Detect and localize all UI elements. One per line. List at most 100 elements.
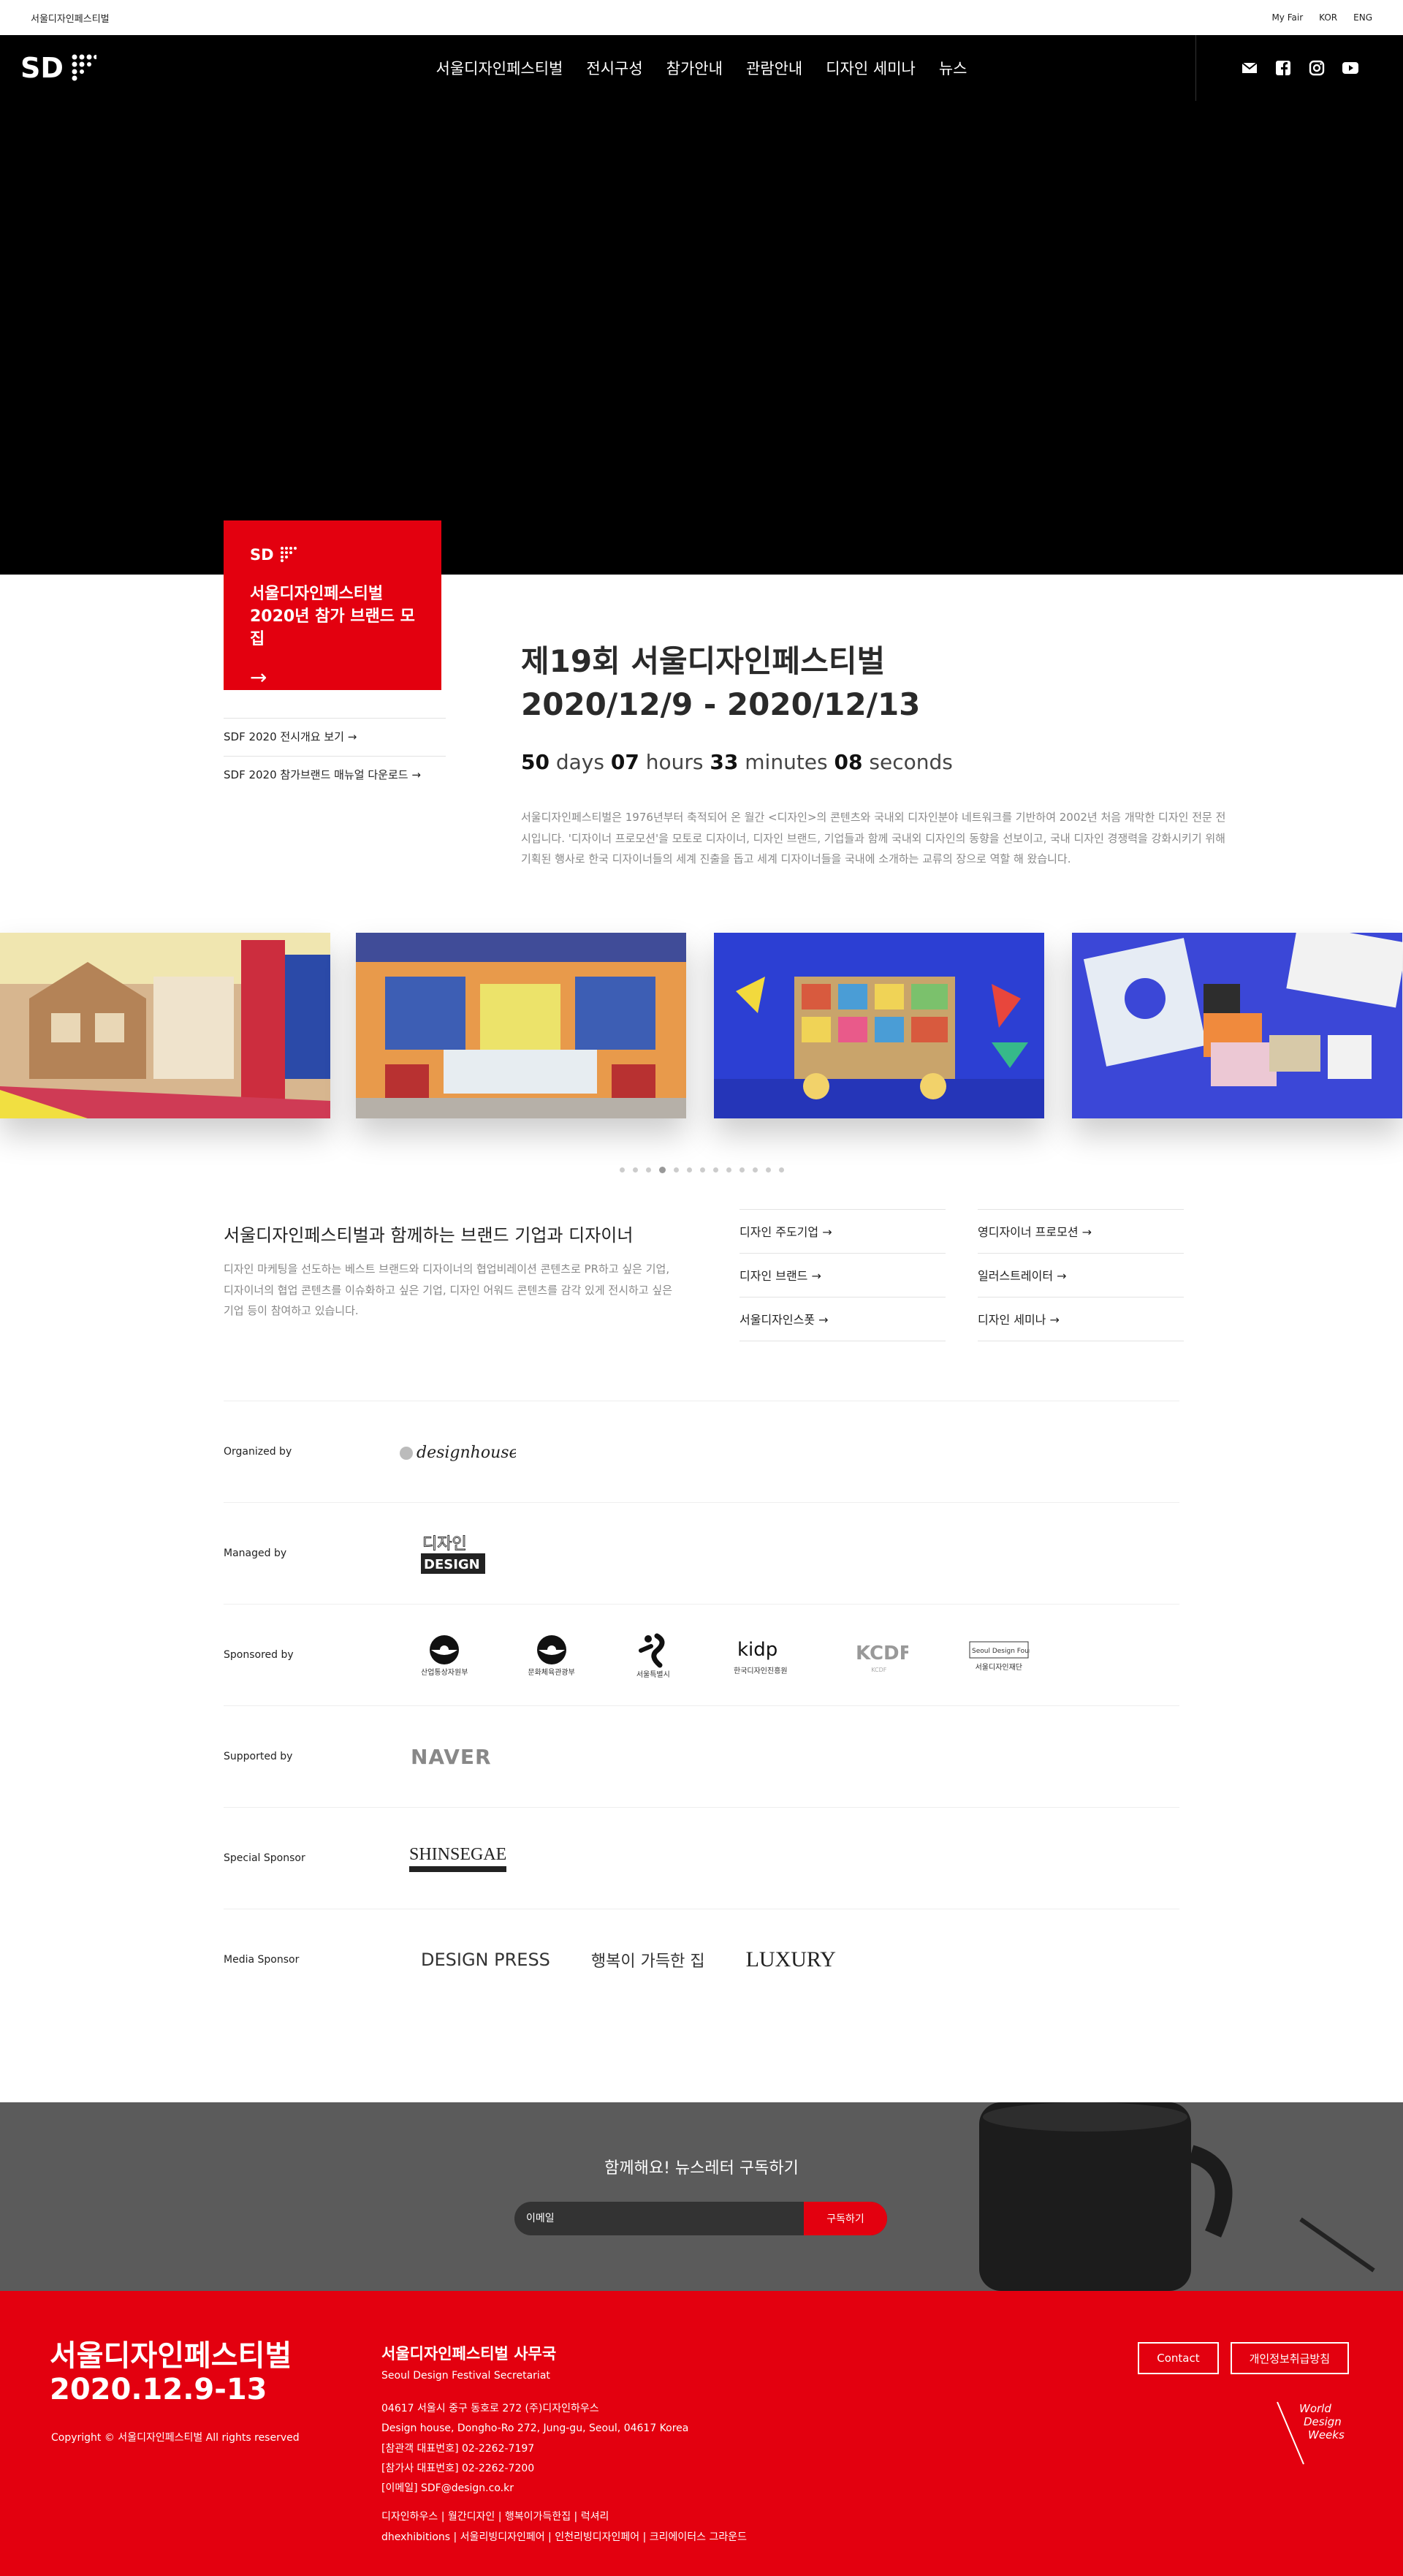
menu-visit[interactable]: 관람안내 <box>746 57 802 79</box>
main-menu: 서울디자인페스티벌 전시구성 참가안내 관람안내 디자인 세미나 뉴스 <box>436 57 967 79</box>
sponsor-row: Special Sponsor SHINSEGAE <box>224 1807 1179 1909</box>
brand-description: 디자인 마케팅을 선도하는 베스트 브랜드와 디자이너의 협업비레이션 콘텐츠로… <box>224 1262 672 1317</box>
design-leading-company-link[interactable]: 디자인 주도기업 → <box>739 1209 946 1253</box>
svg-text:Seoul Design Foundation: Seoul Design Foundation <box>972 1648 1030 1655</box>
email-input[interactable] <box>514 2202 804 2235</box>
kcdf-logo[interactable]: KCDF KCDF <box>850 1637 908 1673</box>
menu-seminar[interactable]: 디자인 세미나 <box>826 57 916 79</box>
illustrator-link[interactable]: 일러스트레이터 → <box>978 1253 1184 1297</box>
newsletter-form: 구독하기 <box>514 2202 887 2235</box>
exhibition-carousel[interactable] <box>0 933 1403 1118</box>
carousel-dot[interactable] <box>619 1167 625 1173</box>
footer-title: 서울디자인페스티벌 2020.12.9-13 <box>50 2339 292 2406</box>
copyright: Copyright © 서울디자인페스티벌 All rights reserve… <box>51 2432 300 2444</box>
brand-section: 서울디자인페스티벌과 함께하는 브랜드 기업과 디자이너 디자인 마케팅을 선도… <box>0 1209 1403 1401</box>
facebook-icon[interactable] <box>1274 59 1292 77</box>
mcst-logo[interactable]: 문화체육관광부 <box>528 1634 575 1677</box>
countdown-timer: 50 days 07 hours 33 minutes 08 seconds <box>521 750 953 774</box>
contact-button[interactable]: Contact <box>1138 2342 1219 2374</box>
menu-participation[interactable]: 참가안내 <box>666 57 723 79</box>
mail-icon[interactable] <box>1241 59 1258 77</box>
recruit-promo-card[interactable]: SD 서울디자인페스티벌 2020년 참가 브랜드 모집 → <box>224 520 441 690</box>
main-navigation: SD 서울디자인페스티벌 전시구성 참가안내 관람안내 디자인 세미나 뉴스 <box>0 35 1403 101</box>
exhibition-overview-link[interactable]: SDF 2020 전시개요 보기 → <box>224 718 446 756</box>
svg-text:kidp: kidp <box>737 1639 777 1661</box>
festival-description: 서울디자인페스티벌은 1976년부터 축적되어 온 월간 <디자인>의 콘텐츠와… <box>521 811 1226 865</box>
design-magazine-logo[interactable]: 디자인 DESIGN <box>421 1531 487 1575</box>
hero-video[interactable] <box>0 101 1403 575</box>
carousel-dot[interactable] <box>686 1167 692 1173</box>
motie-logo[interactable]: 산업통상자원부 <box>421 1634 468 1677</box>
carousel-dot[interactable] <box>699 1167 705 1173</box>
eng-link[interactable]: ENG <box>1353 12 1372 23</box>
carousel-dot[interactable] <box>645 1167 651 1173</box>
arrow-right-icon[interactable]: → <box>250 665 415 689</box>
carousel-dot[interactable] <box>726 1167 731 1173</box>
office-address: 04617 서울시 중구 동호로 272 (주)디자인하우스 Design ho… <box>381 2403 689 2495</box>
seoul-city-logo[interactable]: 서울특별시 <box>635 1632 672 1679</box>
sponsor-row-label: Media Sponsor <box>224 1954 300 1966</box>
carousel-dot[interactable] <box>752 1167 758 1173</box>
carousel-dot[interactable] <box>658 1166 666 1173</box>
footer-office-info: 서울디자인페스티벌 사무국 Seoul Design Festival Secr… <box>381 2342 834 2547</box>
footer-family-links[interactable]: 디자인하우스 | 월간디자인 | 행복이가득한집 | 럭셔리 dhexhibit… <box>381 2507 834 2547</box>
brand-heading: 서울디자인페스티벌과 함께하는 브랜드 기업과 디자이너 <box>224 1225 634 1246</box>
world-design-weeks-logo[interactable]: World Design Weeks <box>1270 2395 1350 2468</box>
menu-news[interactable]: 뉴스 <box>939 57 967 79</box>
sponsor-row: Sponsored by 산업통상자원부 문화체육관광부 서울특별시 kidp … <box>224 1604 1179 1705</box>
carousel-dot[interactable] <box>673 1167 679 1173</box>
office-title: 서울디자인페스티벌 사무국 <box>381 2345 557 2363</box>
footer: 서울디자인페스티벌 2020.12.9-13 Copyright © 서울디자인페… <box>0 2291 1403 2576</box>
instagram-icon[interactable] <box>1308 59 1326 77</box>
my-fair-link[interactable]: My Fair <box>1271 12 1303 23</box>
carousel-dot[interactable] <box>778 1167 784 1173</box>
privacy-policy-button[interactable]: 개인정보취급방침 <box>1230 2342 1349 2374</box>
svg-text:World: World <box>1299 2402 1331 2415</box>
mug-decoration <box>979 2102 1375 2291</box>
carousel-dot[interactable] <box>739 1167 745 1173</box>
menu-festival[interactable]: 서울디자인페스티벌 <box>436 57 563 79</box>
menu-exhibition[interactable]: 전시구성 <box>586 57 642 79</box>
design-seminar-link[interactable]: 디자인 세미나 → <box>978 1297 1184 1341</box>
design-brand-link[interactable]: 디자인 브랜드 → <box>739 1253 946 1297</box>
svg-text:Weeks: Weeks <box>1308 2428 1345 2441</box>
carousel-slide[interactable] <box>356 933 686 1118</box>
brand-manual-download-link[interactable]: SDF 2020 참가브랜드 매뉴얼 다운로드 → <box>224 756 446 794</box>
promo-title: 서울디자인페스티벌 2020년 참가 브랜드 모집 <box>250 585 415 648</box>
site-name: 서울디자인페스티벌 <box>31 13 110 25</box>
utility-links: My Fair KOR ENG <box>1271 12 1372 23</box>
newsletter-heading: 함께해요! 뉴스레터 구독하기 <box>604 2159 799 2178</box>
designhouse-logo[interactable]: designhouse <box>399 1437 516 1466</box>
carousel-slide[interactable] <box>1072 933 1402 1118</box>
happy-home-logo[interactable]: 행복이 가득한 집 <box>591 1948 705 1971</box>
kor-link[interactable]: KOR <box>1319 12 1337 23</box>
event-title: 제19회 서울디자인페스티벌 2020/12/9 - 2020/12/13 <box>521 643 921 722</box>
carousel-dot[interactable] <box>632 1167 638 1173</box>
sponsor-row-label: Sponsored by <box>224 1649 294 1661</box>
young-designer-promotion-link[interactable]: 영디자이너 프로모션 → <box>978 1209 1184 1253</box>
carousel-slide[interactable] <box>0 933 330 1118</box>
sponsor-row-label: Managed by <box>224 1548 287 1559</box>
kidp-logo[interactable]: kidp 한국디자인진흥원 <box>731 1635 790 1675</box>
utility-bar: 서울디자인페스티벌 My Fair KOR ENG <box>0 0 1403 35</box>
office-subtitle: Seoul Design Festival Secretariat <box>381 2370 550 2382</box>
sponsor-row: Managed by 디자인 DESIGN <box>224 1502 1179 1604</box>
carousel-dot[interactable] <box>765 1167 771 1173</box>
shinsegae-logo[interactable]: SHINSEGAE <box>409 1845 507 1872</box>
luxury-logo[interactable]: LUXURY <box>746 1947 836 1972</box>
youtube-icon[interactable] <box>1342 59 1359 77</box>
svg-text:DESIGN: DESIGN <box>424 1557 480 1572</box>
sdf-logo[interactable]: SD <box>20 51 98 84</box>
seoul-design-spot-link[interactable]: 서울디자인스폿 → <box>739 1297 946 1341</box>
svg-text:SD: SD <box>20 52 64 83</box>
seoul-design-foundation-logo[interactable]: Seoul Design Foundation 서울디자인재단 <box>968 1639 1030 1672</box>
sponsor-row-label: Organized by <box>224 1446 292 1458</box>
carousel-pagination <box>0 1118 1403 1221</box>
carousel-slide[interactable] <box>714 933 1044 1118</box>
carousel-dot[interactable] <box>712 1167 718 1173</box>
naver-logo[interactable]: NAVER <box>411 1745 492 1769</box>
subscribe-button[interactable]: 구독하기 <box>804 2202 887 2235</box>
footer-buttons: Contact 개인정보취급방침 <box>1138 2342 1349 2374</box>
design-press-logo[interactable]: DESIGN PRESS <box>421 1950 550 1969</box>
newsletter-section: 함께해요! 뉴스레터 구독하기 구독하기 <box>0 2102 1403 2291</box>
